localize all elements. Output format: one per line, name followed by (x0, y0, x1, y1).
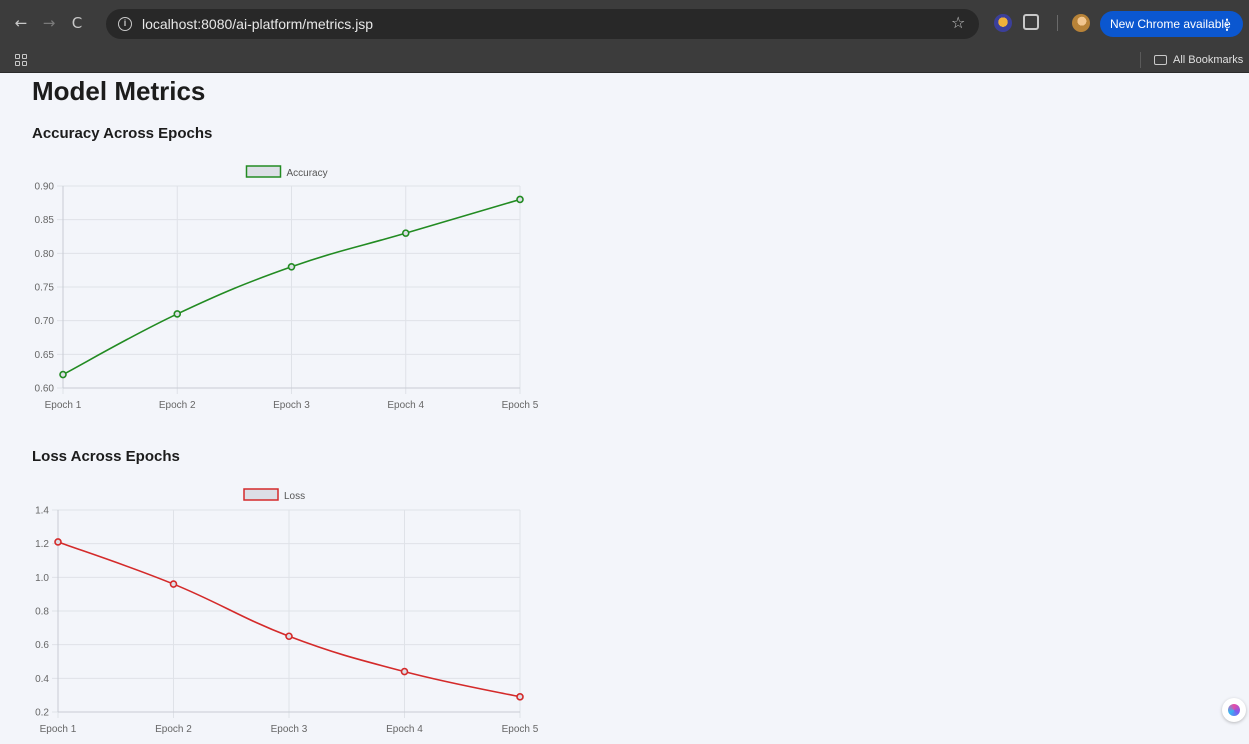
accuracy-chart: 0.90 0.85 0.80 0.75 0.70 0.65 0.60 Epoch 1 Epoch… (35, 165, 539, 411)
x-tick-label: Epoch 3 (273, 400, 310, 411)
x-tick-label: Epoch 4 (387, 400, 424, 411)
data-point (59, 370, 67, 379)
legend-swatch (243, 488, 279, 501)
bookmarks-divider (1140, 52, 1141, 68)
x-tick-label: Epoch 1 (45, 400, 82, 411)
data-point (54, 538, 62, 546)
x-tick-label: Epoch 5 (502, 724, 539, 735)
y-tick-label: 1.2 (35, 539, 49, 550)
x-tick-label: Epoch 3 (271, 724, 308, 735)
y-tick-label: 0.4 (35, 674, 49, 685)
legend-label: Loss (284, 491, 305, 502)
data-point (516, 693, 524, 701)
profile-avatar[interactable] (1072, 14, 1090, 32)
y-tick-label: 1.4 (35, 506, 49, 517)
reload-icon[interactable]: C (66, 12, 88, 34)
data-point (287, 263, 296, 271)
y-tick-label: 0.2 (35, 708, 49, 719)
accuracy-heading: Accuracy Across Epochs (32, 125, 213, 142)
loss-heading: Loss Across Epochs (32, 448, 180, 465)
bookmarks-bar (0, 48, 1249, 73)
new-chrome-available-button[interactable]: New Chrome available ⋮ (1100, 11, 1243, 37)
extensions-puzzle-icon[interactable] (1023, 14, 1039, 30)
toolbar-divider (1057, 15, 1058, 31)
bookmark-star-icon[interactable]: ☆ (951, 13, 965, 33)
y-tick-label: 0.90 (35, 182, 55, 193)
site-info-icon[interactable]: i (118, 17, 132, 31)
page-title: Model Metrics (32, 76, 206, 106)
y-tick-label: 0.6 (35, 640, 49, 651)
data-point (173, 310, 182, 318)
y-tick-label: 0.8 (35, 607, 49, 618)
browser-toolbar: ← → C i localhost:8080/ai-platform/metri… (0, 0, 1249, 48)
y-tick-label: 0.65 (35, 350, 55, 361)
address-bar-url[interactable]: localhost:8080/ai-platform/metrics.jsp (142, 16, 373, 32)
data-point (400, 667, 409, 676)
x-tick-label: Epoch 2 (155, 724, 192, 735)
data-point (285, 632, 293, 641)
forward-icon[interactable]: → (38, 12, 60, 34)
data-point (401, 229, 410, 237)
legend-swatch (245, 165, 282, 178)
all-bookmarks-link[interactable]: All Bookmarks (1173, 54, 1243, 67)
data-point (169, 580, 178, 588)
address-bar[interactable]: i localhost:8080/ai-platform/metrics.jsp (106, 9, 979, 39)
y-tick-label: 0.80 (35, 249, 55, 260)
x-tick-label: Epoch 4 (386, 724, 423, 735)
x-tick-label: Epoch 5 (502, 400, 539, 411)
update-button-label: New Chrome available (1110, 17, 1231, 31)
y-tick-label: 0.75 (35, 283, 55, 294)
apps-grid-icon[interactable] (15, 54, 27, 66)
kebab-menu-icon[interactable]: ⋮ (1220, 11, 1234, 37)
extension-icon[interactable] (994, 14, 1012, 32)
back-icon[interactable]: ← (10, 12, 32, 34)
y-tick-label: 0.85 (35, 215, 55, 226)
y-tick-label: 0.60 (35, 384, 55, 395)
folder-icon[interactable] (1154, 55, 1167, 65)
x-tick-label: Epoch 2 (159, 400, 196, 411)
loss-chart: 1.4 1.2 1.0 0.8 0.6 0.4 0.2 Epoch 1 Epoch 2 Epoch… (35, 488, 539, 735)
y-tick-label: 0.70 (35, 316, 55, 327)
assistant-side-icon[interactable] (1222, 698, 1246, 722)
x-tick-label: Epoch 1 (40, 724, 77, 735)
data-point (516, 195, 524, 204)
legend-label: Accuracy (287, 168, 328, 179)
y-tick-label: 1.0 (35, 573, 49, 584)
